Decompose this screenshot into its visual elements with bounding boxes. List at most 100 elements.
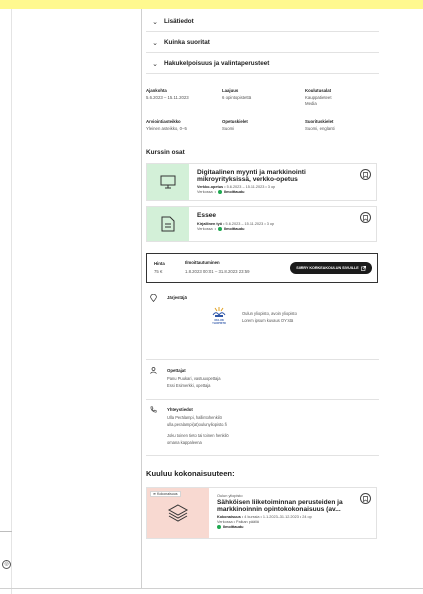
meta-type: Kirjallinen työ [197,222,223,227]
detail-label: Arviointiasteikko [146,119,181,124]
course-part-title[interactable]: Essee [197,212,356,219]
entity-meta: Kokonaisuus • 4 kurssia • 1.1.2023–31.12… [217,515,356,519]
contact-line: Joku toinen tieto tai toinen henkilö [167,433,229,438]
course-detail-main: ⌄ Lisätiedot ⌄ Kuinka suoritat ⌄ Hakukel… [142,9,423,589]
detail-value: 5.6.2023 – 15.11.2023 [146,95,189,100]
status-text: Ilmoittaudu [223,524,244,529]
organizer-name: Oulun yliopisto, avoin yliopisto [242,311,297,316]
status-dot-icon [217,227,222,232]
whole-heading: Kuuluu kokonaisuuteen: [146,469,235,478]
accordion-lisatiedot[interactable]: ⌄ Lisätiedot [146,12,379,32]
detail-koulutusalat: Koulutusalat Kauppatieteet Media [305,88,332,107]
course-part-meta: Verkko-opetus • 5.6.2023 – 15.11.2023 • … [197,185,356,189]
status-text: Ilmoittaudu [223,227,245,232]
location-pin-icon [150,293,157,304]
layers-icon [168,504,188,522]
layers-icon: ≋ [153,492,157,496]
entity-status: Ilmoittaudu [217,524,356,529]
oulu-logo-icon [212,307,226,317]
study-entity-card[interactable]: ≋ Kokonaisuus Oulun yliopisto Sähköisen … [146,487,377,539]
contact-email[interactable]: ulla.peralampi(at)oulunyliopisto.fi [167,422,227,427]
course-part-status: Verkossa • Ilmoittaudu [197,189,245,194]
teacher-line: Essi Esimerkki, opettaja [167,383,211,388]
mode-text: Verkossa [197,227,213,232]
accordion-label: Lisätiedot [164,18,194,25]
detail-label: Ajankohta [146,88,167,93]
section-divider [146,359,379,360]
detail-label: Opetuskielet [222,119,248,124]
phone-icon [150,406,157,415]
contacts-section: Yhteystiedot Ulla Perälampi, hallintohen… [146,406,379,446]
external-link-icon [360,265,366,271]
chevron-down-icon: ⌄ [152,39,158,47]
section-divider [146,399,379,400]
left-panel-border [11,9,12,594]
enrollment-label: Ilmoittautuminen [185,260,220,265]
detail-arviointiasteikko: Arviointiasteikko Yleinen asteikko, 0–5 [146,119,187,132]
entity-mode: Verkossa • Paikan päällä [217,519,259,524]
contact-line: Ulla Perälampi, hallintohenkilö [167,415,222,420]
price-value: 75 € [154,269,163,274]
status-text: Ilmoittaudu [223,189,245,194]
entity-title[interactable]: Sähköisen liiketoiminnan perusteiden ja … [217,499,356,514]
meta-type: Kokonaisuus [217,514,241,519]
left-panel-divider [0,531,12,532]
status-dot-icon [217,189,222,194]
bookmark-button[interactable] [360,169,371,180]
course-part-title[interactable]: Digitaalinen myynti ja markkinointi mikr… [197,169,356,184]
badge-text: Kokonaisuus [157,492,178,496]
organizer-section: Järjestäjä OULUN YLIOPISTO Oulun yliopis… [146,293,379,354]
course-thumbnail [147,207,189,241]
organizer-description: Lorem ipsum kuvaus OY:stä [242,318,294,323]
detail-value: 6 opintopistettä [222,95,252,100]
price-label: Hinta [154,261,165,266]
course-thumbnail [147,164,189,200]
bookmark-icon [363,495,368,502]
detail-label: Koulutusalat [305,88,332,93]
logo-text: OULUN YLIOPISTO [212,319,226,325]
detail-suorituskielet: Suorituskielet Suomi, englanti [305,119,335,132]
person-icon [150,367,157,376]
detail-label: Laajuus [222,88,239,93]
bookmark-button[interactable] [360,212,371,223]
mode-text: Verkossa [197,189,213,194]
organizer-title: Järjestäjä [167,295,187,300]
contact-line: omana kappaleena [167,440,202,445]
university-logo: OULUN YLIOPISTO [208,306,230,332]
detail-opetuskielet: Opetuskielet Suomi [222,119,248,132]
top-banner [0,0,423,9]
detail-value: Suomi, englanti [305,126,335,131]
bookmark-button[interactable] [360,493,371,504]
entity-badge: ≋ Kokonaisuus [150,491,181,497]
course-part-status: Verkossa • Ilmoittaudu [197,227,245,232]
detail-laajuus: Laajuus 6 opintopistettä [222,88,251,101]
course-part-meta: Kirjallinen työ • 5.6.2023 – 15.11.2023 … [197,222,356,226]
contacts-title: Yhteystiedot [167,407,193,412]
section-divider [146,455,379,456]
teacher-line: Panu Puukari, vastuuopettaja [167,376,221,381]
chevron-down-icon: ⌄ [152,60,158,68]
monitor-icon [160,175,176,189]
course-part-card[interactable]: Digitaalinen myynti ja markkinointi mikr… [146,163,377,201]
meta-details: • 5.6.2023 – 15.11.2023 • 3 op [222,222,275,227]
enrollment-box: Hinta 75 € Ilmoittautuminen 1.8.2023 00:… [146,253,378,283]
teachers-section: Opettajat Panu Puukari, vastuuopettaja E… [146,367,379,391]
detail-ajankohta: Ajankohta 5.6.2023 – 15.11.2023 [146,88,189,101]
accordion-label: Hakukelpoisuus ja valintaperusteet [164,60,270,67]
bookmark-icon [363,171,368,178]
teachers-title: Opettajat [167,368,186,373]
accordion-kuinka-suoritat[interactable]: ⌄ Kuinka suoritat [146,33,379,53]
course-part-card[interactable]: Essee Kirjallinen työ • 5.6.2023 – 15.11… [146,206,377,242]
cta-label: SIIRRY KORKEAKOULUN SIVUILLE [296,266,359,270]
detail-value: Kauppatieteet Media [305,95,332,106]
bookmark-icon [363,214,368,221]
go-to-university-button[interactable]: SIIRRY KORKEAKOULUN SIVUILLE [290,262,372,274]
chevron-down-icon: ⌄ [152,18,158,26]
detail-value: Yleinen asteikko, 0–5 [146,126,187,131]
accordion-hakukelpoisuus[interactable]: ⌄ Hakukelpoisuus ja valintaperusteet [146,54,379,74]
help-icon[interactable]: ◎ [2,560,11,569]
document-icon [161,216,175,232]
entity-provider: Oulun yliopisto [217,493,243,498]
meta-details: • 5.6.2023 – 15.11.2023 • 3 op [223,184,276,189]
meta-details: • 4 kurssia • 1.1.2023–31.12.2023 • 24 o… [240,514,312,519]
